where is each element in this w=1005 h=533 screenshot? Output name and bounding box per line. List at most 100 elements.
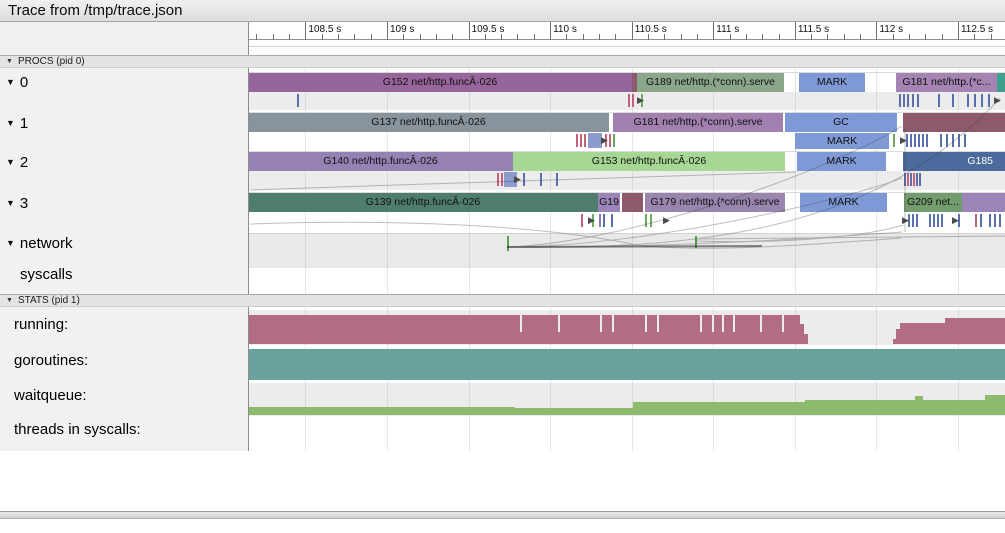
instant-event-tick[interactable] <box>540 173 542 186</box>
collapse-arrow-icon[interactable]: ▼ <box>6 77 15 87</box>
sidebar-item-0[interactable]: ▼ 0 <box>0 74 28 92</box>
collapse-arrow-icon[interactable]: ▼ <box>6 198 15 208</box>
sidebar-item-network[interactable]: ▼ network <box>0 235 72 253</box>
instant-event-tick[interactable] <box>946 134 948 147</box>
network-instant-tick[interactable] <box>507 236 509 251</box>
instant-event-tick[interactable] <box>988 94 990 107</box>
instant-event-tick[interactable] <box>907 94 909 107</box>
instant-event-tick[interactable] <box>917 94 919 107</box>
instant-event-tick[interactable] <box>580 134 582 147</box>
instant-event-tick[interactable] <box>937 214 939 227</box>
instant-event-tick[interactable] <box>603 214 605 227</box>
instant-event-tick[interactable] <box>576 134 578 147</box>
sidebar-item-2[interactable]: ▼ 2 <box>0 154 28 172</box>
instant-event-tick[interactable] <box>912 94 914 107</box>
trace-slice[interactable]: G179 net/http.(*conn).serve <box>645 193 785 212</box>
instant-event-tick[interactable] <box>904 173 906 186</box>
instant-event-tick[interactable] <box>609 134 611 147</box>
instant-event-tick[interactable] <box>929 214 931 227</box>
instant-event-tick[interactable] <box>940 134 942 147</box>
instant-event-tick[interactable] <box>916 173 918 186</box>
instant-event-tick[interactable] <box>926 134 928 147</box>
stat-track-threads[interactable] <box>249 418 1005 451</box>
instant-event-tick[interactable] <box>497 173 499 186</box>
instant-event-tick[interactable] <box>958 134 960 147</box>
details-pane-splitter[interactable] <box>0 511 1005 519</box>
network-instant-tick[interactable] <box>695 236 697 248</box>
trace-slice[interactable]: G137 net/http.funcÂ·026 <box>248 113 609 132</box>
sidebar-item-1[interactable]: ▼ 1 <box>0 115 28 133</box>
trace-slice[interactable] <box>903 113 1005 132</box>
trace-slice[interactable]: MARK <box>800 193 887 212</box>
instant-event-tick[interactable] <box>964 134 966 147</box>
trace-slice[interactable]: G139 net/http.funcÂ·026 <box>248 193 598 212</box>
procs-section-header[interactable]: ▼ PROCS (pid 0) <box>0 55 1005 68</box>
instant-event-tick[interactable] <box>650 214 652 227</box>
instant-event-tick[interactable] <box>893 134 895 147</box>
instant-event-tick[interactable] <box>919 173 921 186</box>
instant-event-tick[interactable] <box>628 94 630 107</box>
instant-event-tick[interactable] <box>910 134 912 147</box>
trace-slice[interactable]: G153 net/http.funcÂ·026 <box>513 152 785 171</box>
instant-event-tick[interactable] <box>613 134 615 147</box>
instant-event-tick[interactable] <box>611 214 613 227</box>
trace-slice[interactable] <box>622 193 643 212</box>
collapse-arrow-icon[interactable]: ▼ <box>6 238 15 248</box>
instant-event-tick[interactable] <box>952 134 954 147</box>
trace-slice[interactable]: G185 <box>903 152 1005 171</box>
instant-event-tick[interactable] <box>999 214 1001 227</box>
instant-event-tick[interactable] <box>933 214 935 227</box>
instant-event-tick[interactable] <box>980 214 982 227</box>
trace-slice[interactable]: G181 net/http.(*c... <box>896 73 997 92</box>
sidebar-item-3[interactable]: ▼ 3 <box>0 195 28 213</box>
instant-event-tick[interactable] <box>903 94 905 107</box>
trace-slice[interactable]: G19 <box>598 193 620 212</box>
instant-event-tick[interactable] <box>967 94 969 107</box>
instant-event-tick[interactable] <box>899 94 901 107</box>
instant-event-tick[interactable] <box>974 94 976 107</box>
trace-slice[interactable] <box>962 193 1005 212</box>
collapse-arrow-icon[interactable]: ▼ <box>6 58 13 65</box>
stats-section-header[interactable]: ▼ STATS (pid 1) <box>0 294 1005 307</box>
instant-event-tick[interactable] <box>981 94 983 107</box>
instant-event-tick[interactable] <box>952 94 954 107</box>
network-track-band[interactable] <box>249 233 1005 268</box>
trace-slice[interactable]: MARK <box>799 73 865 92</box>
instant-event-tick[interactable] <box>599 214 601 227</box>
instant-event-tick[interactable] <box>907 173 909 186</box>
instant-event-tick[interactable] <box>938 94 940 107</box>
trace-slice[interactable]: G140 net/http.funcÂ·026 <box>248 152 513 171</box>
collapse-arrow-icon[interactable]: ▼ <box>6 118 15 128</box>
trace-slice[interactable]: GC <box>785 113 897 132</box>
collapse-arrow-icon[interactable]: ▼ <box>6 157 15 167</box>
instant-event-tick[interactable] <box>916 214 918 227</box>
trace-slice[interactable]: G181 net/http.(*conn).serve <box>613 113 783 132</box>
instant-event-tick[interactable] <box>912 214 914 227</box>
instant-event-tick[interactable] <box>584 134 586 147</box>
trace-slice[interactable]: G152 net/http.funcÂ·026 <box>248 73 632 92</box>
sidebar-item-syscalls[interactable]: syscalls <box>0 266 73 284</box>
instant-event-tick[interactable] <box>994 214 996 227</box>
instant-event-tick[interactable] <box>975 214 977 227</box>
instant-event-cluster[interactable] <box>588 133 602 148</box>
trace-slice[interactable]: G189 net/http.(*conn).serve <box>637 73 784 92</box>
trace-slice[interactable] <box>997 73 1005 92</box>
instant-event-tick[interactable] <box>941 214 943 227</box>
instant-event-tick[interactable] <box>989 214 991 227</box>
instant-event-tick[interactable] <box>645 214 647 227</box>
collapse-arrow-icon[interactable]: ▼ <box>6 297 13 304</box>
trace-slice[interactable]: MARK <box>797 152 886 171</box>
instant-event-tick[interactable] <box>581 214 583 227</box>
instant-event-tick[interactable] <box>913 173 915 186</box>
instant-event-tick[interactable] <box>910 173 912 186</box>
instant-event-tick[interactable] <box>918 134 920 147</box>
instant-event-tick[interactable] <box>556 173 558 186</box>
instant-event-tick[interactable] <box>297 94 299 107</box>
instant-event-tick[interactable] <box>523 173 525 186</box>
instant-event-tick[interactable] <box>501 173 503 186</box>
instant-event-tick[interactable] <box>922 134 924 147</box>
trace-slice[interactable]: MARK <box>795 133 889 149</box>
instant-event-tick[interactable] <box>914 134 916 147</box>
trace-slice[interactable]: G209 net... <box>904 193 962 212</box>
instant-event-tick[interactable] <box>632 94 634 107</box>
